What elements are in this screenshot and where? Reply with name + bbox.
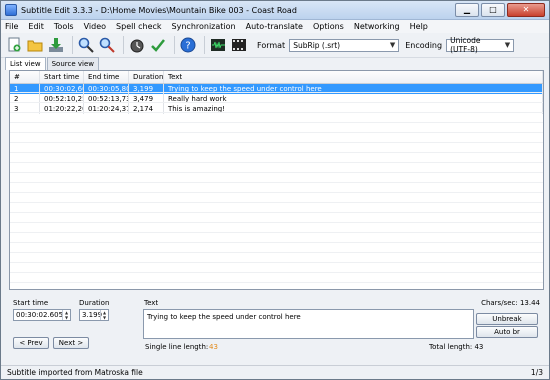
- cell-text: This is amazing!: [164, 104, 543, 114]
- unbreak-button[interactable]: Unbreak: [476, 313, 538, 325]
- chars-per-sec: Chars/sec: 13.44: [481, 299, 540, 307]
- start-time-input[interactable]: 00:30:02.605 ▲ ▼: [13, 309, 71, 321]
- table-row[interactable]: 1 00:30:02,605 00:30:05,804 3,199 Trying…: [10, 84, 543, 94]
- subtitle-text-area[interactable]: Trying to keep the speed under control h…: [143, 309, 474, 339]
- chevron-down-icon: ▼: [389, 41, 396, 49]
- cell-number: 2: [10, 94, 40, 104]
- menu-video[interactable]: Video: [84, 22, 106, 31]
- encoding-value: Unicode (UTF-8): [450, 36, 481, 54]
- text-label: Text: [144, 299, 159, 307]
- maximize-button[interactable]: □: [481, 3, 505, 17]
- app-window: Subtitle Edit 3.3.3 - D:\Home Movies\Mou…: [0, 0, 550, 380]
- minimize-button[interactable]: ▁: [455, 3, 479, 17]
- toolbar-separator: [123, 36, 124, 54]
- column-header-text[interactable]: Text: [164, 71, 543, 83]
- duration-input[interactable]: 3.199 ▲ ▼: [79, 309, 109, 321]
- find-icon[interactable]: [77, 36, 95, 54]
- menu-auto-translate[interactable]: Auto-translate: [246, 22, 303, 31]
- format-label: Format: [257, 40, 286, 50]
- app-icon: [5, 4, 17, 16]
- menu-options[interactable]: Options: [313, 22, 344, 31]
- start-time-label: Start time: [13, 299, 49, 307]
- spinner-arrows-icon[interactable]: ▲ ▼: [100, 310, 108, 320]
- start-time-value: 00:30:02.605: [16, 311, 64, 319]
- spinner-arrows-icon[interactable]: ▲ ▼: [62, 310, 70, 320]
- cell-duration: 3,199: [129, 84, 164, 94]
- close-button[interactable]: ✕: [507, 3, 545, 17]
- total-length: Total length: 43: [429, 343, 484, 351]
- cell-text: Trying to keep the speed under control h…: [164, 84, 543, 94]
- open-folder-icon[interactable]: [26, 36, 44, 54]
- download-icon[interactable]: [47, 36, 65, 54]
- video-icon[interactable]: [230, 36, 248, 54]
- column-header-end-time[interactable]: End time: [84, 71, 129, 83]
- encoding-select[interactable]: Unicode (UTF-8) ▼: [446, 36, 515, 54]
- single-line-length-value: 43: [209, 343, 218, 351]
- cell-duration: 3,479: [129, 94, 164, 104]
- tab-list-view[interactable]: List view: [5, 57, 46, 70]
- new-file-icon[interactable]: [5, 36, 23, 54]
- menu-file[interactable]: File: [5, 22, 18, 31]
- visual-sync-icon[interactable]: [128, 36, 146, 54]
- table-row[interactable]: 2 00:52:10,255 00:52:13,734 3,479 Really…: [10, 94, 543, 104]
- auto-br-button[interactable]: Auto br: [476, 326, 538, 338]
- duration-label: Duration: [79, 299, 110, 307]
- format-value: SubRip (.srt): [293, 40, 341, 50]
- menu-synchronization[interactable]: Synchronization: [172, 22, 236, 31]
- cell-start-time: 01:20:22,201: [40, 104, 84, 114]
- cell-number: 1: [10, 84, 40, 94]
- menu-tools[interactable]: Tools: [54, 22, 74, 31]
- menu-help[interactable]: Help: [410, 22, 428, 31]
- cell-end-time: 00:52:13,734: [84, 94, 129, 104]
- tab-source-view[interactable]: Source view: [46, 57, 99, 70]
- prev-button[interactable]: < Prev: [13, 337, 49, 349]
- cell-text: Really hard work: [164, 94, 543, 104]
- encoding-label: Encoding: [405, 40, 443, 50]
- next-button[interactable]: Next >: [53, 337, 89, 349]
- status-position: 1/3: [530, 368, 543, 377]
- toolbar: ? Format SubRip (.srt) ▼ Encoding Unicod…: [1, 33, 549, 58]
- menu-bar: File Edit Tools Video Spell check Synchr…: [1, 20, 549, 33]
- format-select[interactable]: SubRip (.srt) ▼: [289, 38, 400, 52]
- window-title: Subtitle Edit 3.3.3 - D:\Home Movies\Mou…: [21, 5, 297, 15]
- view-tabs: List view Source view: [5, 57, 100, 70]
- single-line-length-label: Single line length:: [145, 343, 209, 351]
- column-header-start-time[interactable]: Start time: [40, 71, 84, 83]
- cell-end-time: 01:20:24,375: [84, 104, 129, 114]
- cell-end-time: 00:30:05,804: [84, 84, 129, 94]
- column-header-duration[interactable]: Duration: [129, 71, 164, 83]
- svg-text:?: ?: [185, 41, 190, 52]
- menu-edit[interactable]: Edit: [28, 22, 44, 31]
- help-icon[interactable]: ?: [179, 36, 197, 54]
- cell-start-time: 00:30:02,605: [40, 84, 84, 94]
- column-header-number[interactable]: #: [10, 71, 40, 83]
- toolbar-separator: [174, 36, 175, 54]
- table-row[interactable]: 3 01:20:22,201 01:20:24,375 2,174 This i…: [10, 104, 543, 114]
- menu-networking[interactable]: Networking: [354, 22, 400, 31]
- toolbar-separator: [204, 36, 205, 54]
- waveform-icon[interactable]: [209, 36, 227, 54]
- title-bar: Subtitle Edit 3.3.3 - D:\Home Movies\Mou…: [1, 1, 549, 20]
- cell-duration: 2,174: [129, 104, 164, 114]
- cell-number: 3: [10, 104, 40, 114]
- edit-panel: Start time Duration Text Chars/sec: 13.4…: [9, 297, 542, 359]
- status-message: Subtitle imported from Matroska file: [7, 368, 143, 377]
- menu-spell-check[interactable]: Spell check: [116, 22, 162, 31]
- subtitle-grid[interactable]: # Start time End time Duration Text 1 00…: [9, 70, 544, 290]
- grid-header: # Start time End time Duration Text: [10, 71, 543, 84]
- spell-check-icon[interactable]: [149, 36, 167, 54]
- status-bar: Subtitle imported from Matroska file 1/3: [1, 365, 549, 379]
- chevron-down-icon: ▼: [504, 41, 511, 49]
- cell-start-time: 00:52:10,255: [40, 94, 84, 104]
- replace-icon[interactable]: [98, 36, 116, 54]
- toolbar-separator: [72, 36, 73, 54]
